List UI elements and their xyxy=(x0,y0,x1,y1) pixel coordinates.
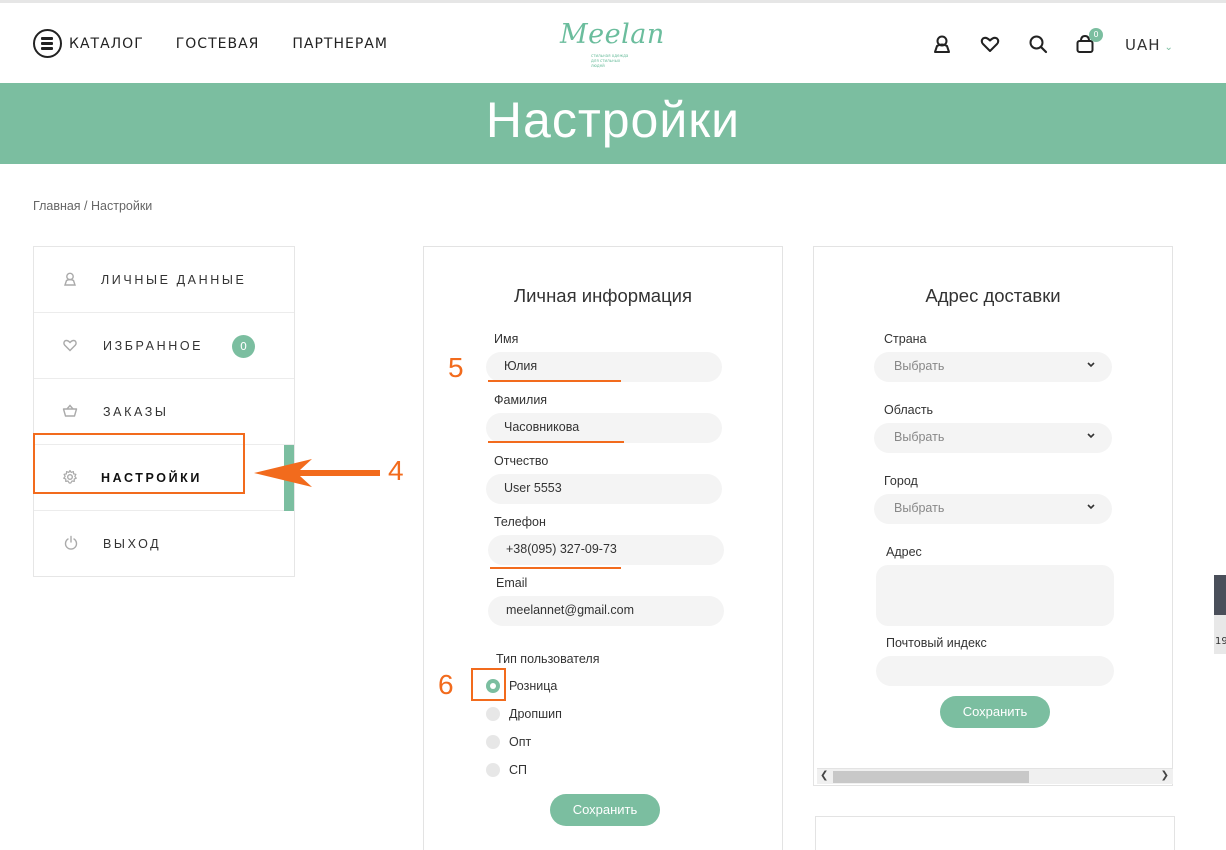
phone-field[interactable]: +38(095) 327-09-73 xyxy=(488,535,724,565)
cart-count-badge: 0 xyxy=(1089,28,1103,42)
user-icon[interactable] xyxy=(931,33,953,55)
scroll-left-icon[interactable]: ❮ xyxy=(820,770,828,781)
annotation-number-4: 4 xyxy=(388,455,404,486)
radio-sp-label: СП xyxy=(509,763,528,777)
site-header: КАТАЛОГ ГОСТЕВАЯ ПАРТНЕРАМ Meelan стильн… xyxy=(0,3,1226,83)
sidebar-item-logout[interactable]: ВЫХОД xyxy=(34,511,294,577)
page-title: Настройки xyxy=(485,92,741,148)
address-label: Адрес xyxy=(886,545,922,559)
annotation-underline xyxy=(490,567,621,569)
annotation-number-6: 6 xyxy=(438,669,454,700)
region-value: Выбрать xyxy=(894,430,945,444)
radio-wholesale[interactable] xyxy=(486,735,500,749)
country-select[interactable]: Выбрать xyxy=(874,352,1112,382)
breadcrumb: Главная / Настройки xyxy=(33,199,152,213)
sidebar-item-label: ЛИЧНЫЕ ДАННЫЕ xyxy=(101,273,247,287)
delivery-title: Адрес доставки xyxy=(925,285,1061,306)
address-field[interactable] xyxy=(876,565,1114,626)
phone-label: Телефон xyxy=(494,515,546,529)
region-select[interactable]: Выбрать xyxy=(874,423,1112,453)
country-label: Страна xyxy=(884,332,927,346)
annotation-underline xyxy=(488,380,621,382)
zip-field[interactable] xyxy=(876,656,1114,686)
radio-dropship[interactable] xyxy=(486,707,500,721)
annotation-box-radio xyxy=(471,668,506,701)
first-name-field[interactable]: Юлия xyxy=(486,352,722,382)
annotation-number-5: 5 xyxy=(448,352,464,383)
breadcrumb-home[interactable]: Главная xyxy=(33,199,81,213)
radio-retail-label: Розница xyxy=(509,679,558,693)
radio-wholesale-label: Опт xyxy=(509,735,532,749)
account-sidebar: ЛИЧНЫЕ ДАННЫЕ ИЗБРАННОЕ 0 ЗАКАЗЫ НАСТРОЙ… xyxy=(33,246,295,577)
sidebar-item-label: ИЗБРАННОЕ xyxy=(103,339,204,353)
save-delivery-button[interactable]: Сохранить xyxy=(940,696,1050,728)
sidebar-item-personal-data[interactable]: ЛИЧНЫЕ ДАННЫЕ xyxy=(34,247,294,313)
edge-thumbnail[interactable]: 19 xyxy=(1214,575,1226,654)
page-banner: Настройки xyxy=(0,83,1226,164)
last-name-label: Фамилия xyxy=(494,393,548,407)
basket-icon xyxy=(62,404,78,417)
horizontal-scrollbar[interactable]: ❮ ❯ xyxy=(817,768,1173,784)
country-value: Выбрать xyxy=(894,359,945,373)
favorites-count-badge: 0 xyxy=(232,335,255,358)
patronymic-field[interactable]: User 5553 xyxy=(486,474,722,504)
nav-guestbook[interactable]: ГОСТЕВАЯ xyxy=(176,36,260,52)
main-nav: КАТАЛОГ ГОСТЕВАЯ ПАРТНЕРАМ xyxy=(33,29,421,58)
annotation-box-settings xyxy=(33,433,245,494)
currency-value: UAH xyxy=(1125,36,1161,54)
currency-select[interactable]: UAH ⌄ xyxy=(1125,36,1174,54)
annotation-underline xyxy=(488,441,624,443)
breadcrumb-current: Настройки xyxy=(91,199,153,213)
nav-partners[interactable]: ПАРТНЕРАМ xyxy=(292,36,388,52)
city-value: Выбрать xyxy=(894,501,945,515)
email-label: Email xyxy=(496,576,528,590)
breadcrumb-separator: / xyxy=(80,199,91,213)
radio-dropship-label: Дропшип xyxy=(509,707,562,721)
search-icon[interactable] xyxy=(1027,33,1049,55)
chevron-down-icon xyxy=(1087,504,1095,510)
zip-label: Почтовый индекс xyxy=(886,636,987,650)
power-icon xyxy=(64,535,78,550)
scroll-right-icon[interactable]: ❯ xyxy=(1161,770,1169,781)
chevron-down-icon xyxy=(1087,433,1095,439)
nav-catalog[interactable]: КАТАЛОГ xyxy=(69,36,144,52)
logo-text: Meelan xyxy=(560,19,665,50)
next-card xyxy=(815,816,1175,850)
edge-thumbnail-label: 19 xyxy=(1214,615,1226,654)
sidebar-item-label: ЗАКАЗЫ xyxy=(103,405,169,419)
scrollbar-thumb[interactable] xyxy=(833,771,1029,783)
city-label: Город xyxy=(884,474,918,488)
chevron-down-icon xyxy=(1087,362,1095,368)
heart-icon xyxy=(63,339,77,352)
email-field[interactable]: meelannet@gmail.com xyxy=(488,596,724,626)
sidebar-item-label: ВЫХОД xyxy=(103,537,162,551)
chevron-down-icon: ⌄ xyxy=(1164,42,1174,53)
city-select[interactable]: Выбрать xyxy=(874,494,1112,524)
user-type-label: Тип пользователя xyxy=(496,652,600,666)
save-personal-button[interactable]: Сохранить xyxy=(550,794,660,826)
logo-tagline: стильная одежда для стильных людей xyxy=(591,53,629,68)
user-icon xyxy=(64,272,76,286)
annotation-arrow xyxy=(254,459,380,487)
menu-icon[interactable] xyxy=(33,29,62,58)
heart-icon[interactable] xyxy=(979,33,1001,55)
site-logo[interactable]: Meelan стильная одежда для стильных люде… xyxy=(560,19,664,69)
patronymic-label: Отчество xyxy=(494,454,549,468)
radio-sp[interactable] xyxy=(486,763,500,777)
region-label: Область xyxy=(884,403,934,417)
last-name-field[interactable]: Часовникова xyxy=(486,413,722,443)
personal-info-title: Личная информация xyxy=(513,285,693,306)
first-name-label: Имя xyxy=(494,332,519,346)
sidebar-item-favorites[interactable]: ИЗБРАННОЕ 0 xyxy=(34,313,294,379)
